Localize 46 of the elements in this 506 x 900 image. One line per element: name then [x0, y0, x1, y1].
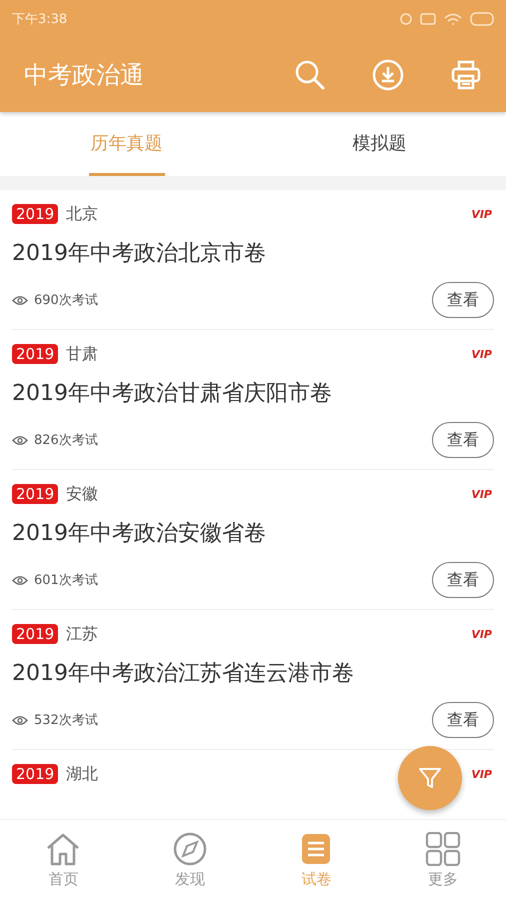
printer-icon[interactable]: [450, 59, 482, 91]
home-icon: [45, 832, 82, 866]
vip-mark: VIP: [471, 488, 492, 500]
sim-icon: [420, 13, 436, 25]
app-title: 中考政治通: [24, 60, 145, 91]
year-tag: 2019: [12, 484, 58, 504]
region-label: 北京: [66, 204, 98, 224]
paper-title[interactable]: 2019年中考政治江苏省连云港市卷: [12, 658, 494, 688]
exam-count: 826次考试: [34, 432, 99, 449]
year-tag: 2019: [12, 204, 58, 224]
vip-mark: VIP: [471, 768, 492, 780]
eye-icon: [12, 434, 28, 446]
filter-button[interactable]: [398, 746, 462, 810]
tab[interactable]: 模拟题: [350, 112, 408, 176]
compass-icon: [172, 832, 208, 866]
view-button[interactable]: 查看: [432, 422, 494, 458]
exam-count: 532次考试: [34, 712, 99, 729]
search-icon[interactable]: [294, 59, 326, 91]
view-button[interactable]: 查看: [432, 282, 494, 318]
eye-icon: [12, 294, 28, 306]
year-tag: 2019: [12, 764, 58, 784]
vip-mark: VIP: [471, 628, 492, 640]
exam-count: 601次考试: [34, 572, 99, 589]
status-time: 下午3:38: [12, 11, 68, 28]
paper-title[interactable]: 2019年中考政治安徽省卷: [12, 518, 494, 548]
region-label: 湖北: [66, 764, 98, 784]
vip-mark: VIP: [471, 208, 492, 220]
eye-icon: [12, 714, 28, 726]
exam-count: 690次考试: [34, 292, 99, 309]
paper-title[interactable]: 2019年中考政治北京市卷: [12, 238, 494, 268]
view-button[interactable]: 查看: [432, 562, 494, 598]
battery-icon: [470, 12, 494, 26]
wifi-icon: [444, 12, 462, 26]
vip-mark: VIP: [471, 348, 492, 360]
grid-icon: [424, 832, 461, 866]
paper-title[interactable]: 2019年中考政治甘肃省庆阳市卷: [12, 378, 494, 408]
eye-icon: [12, 574, 28, 586]
year-tag: 2019: [12, 344, 58, 364]
alarm-icon: [400, 13, 412, 25]
year-tag: 2019: [12, 624, 58, 644]
region-label: 江苏: [66, 624, 98, 644]
region-label: 安徽: [66, 484, 98, 504]
region-label: 甘肃: [66, 344, 98, 364]
filter-icon: [417, 765, 443, 791]
download-icon[interactable]: [372, 59, 404, 91]
view-button[interactable]: 查看: [432, 702, 494, 738]
